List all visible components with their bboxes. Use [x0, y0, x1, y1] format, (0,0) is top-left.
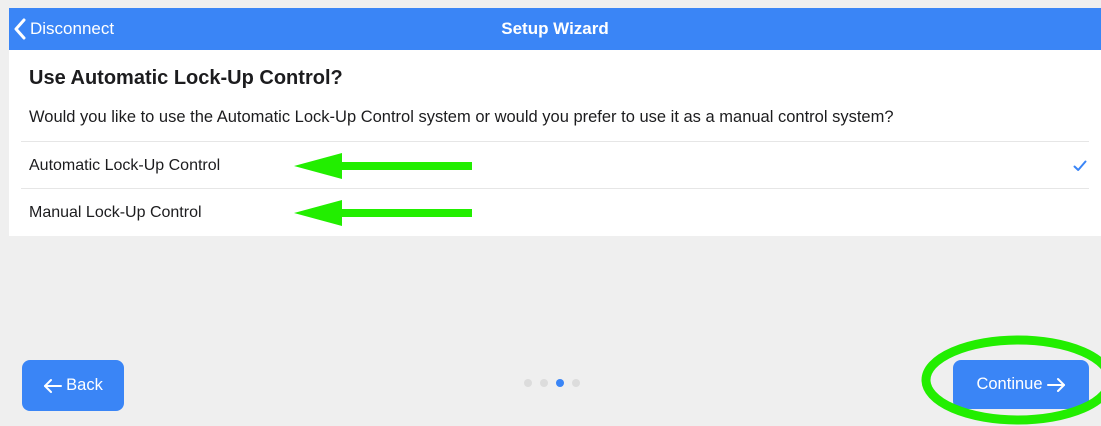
- annotation-arrow-icon: [294, 200, 472, 226]
- option-label: Automatic Lock-Up Control: [29, 157, 221, 174]
- navigation-bar: Disconnect Setup Wizard: [9, 8, 1101, 50]
- page-dot[interactable]: [540, 379, 548, 387]
- page-dot[interactable]: [524, 379, 532, 387]
- option-automatic-lockup[interactable]: Automatic Lock-Up Control: [21, 141, 1089, 189]
- annotation-arrow-icon: [294, 153, 472, 179]
- arrow-left-icon: [43, 378, 66, 394]
- wizard-content: Use Automatic Lock-Up Control? Would you…: [9, 50, 1101, 236]
- page-dot[interactable]: [572, 379, 580, 387]
- step-description: Would you like to use the Automatic Lock…: [29, 108, 894, 126]
- step-heading: Use Automatic Lock-Up Control?: [29, 67, 343, 89]
- back-label: Back: [66, 376, 103, 394]
- setup-wizard-screen: Disconnect Setup Wizard Use Automatic Lo…: [0, 0, 1101, 426]
- option-label: Manual Lock-Up Control: [29, 204, 202, 221]
- option-manual-lockup[interactable]: Manual Lock-Up Control: [21, 188, 1089, 236]
- back-button[interactable]: Back: [22, 360, 124, 411]
- page-dot-current[interactable]: [556, 379, 564, 387]
- checkmark-icon: [1073, 159, 1087, 177]
- page-title: Setup Wizard: [501, 19, 609, 38]
- page-indicator: [524, 379, 580, 387]
- annotation-ellipse-icon: [921, 335, 1101, 425]
